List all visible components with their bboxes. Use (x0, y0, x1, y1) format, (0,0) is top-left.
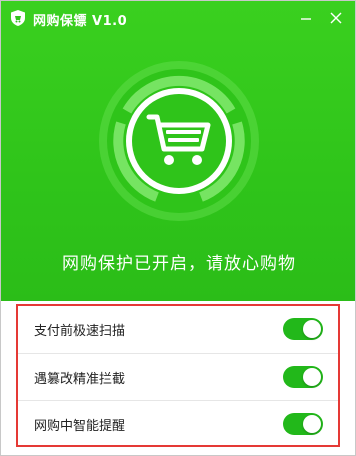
tamper-block-toggle[interactable] (283, 366, 323, 388)
minimize-button[interactable] (293, 5, 319, 31)
toggle-knob (303, 320, 321, 338)
protection-options-panel: 支付前极速扫描 遇篡改精准拦截 网购中智能提醒 (16, 304, 340, 447)
option-row-smart-reminder: 网购中智能提醒 (18, 400, 338, 447)
smart-reminder-toggle[interactable] (283, 413, 323, 435)
title-bar: 网购保镖 V1.0 (1, 1, 355, 35)
close-button[interactable] (323, 5, 349, 31)
app-window: 网购保镖 V1.0 网购保护已开启，请放心购物 支付前极速扫描 遇篡改精准拦截 … (0, 0, 356, 456)
toggle-knob (303, 415, 321, 433)
option-label: 网购中智能提醒 (34, 419, 126, 434)
app-title: 网购保镖 V1.0 (33, 14, 128, 29)
payment-scan-toggle[interactable] (283, 318, 323, 340)
toggle-knob (303, 368, 321, 386)
minimize-icon (301, 18, 311, 20)
close-icon (330, 12, 342, 24)
header-panel: 网购保镖 V1.0 网购保护已开启，请放心购物 (1, 1, 355, 301)
option-label: 遇篡改精准拦截 (34, 372, 126, 387)
option-row-tamper-block: 遇篡改精准拦截 (18, 353, 338, 400)
shield-icon (11, 10, 25, 26)
option-row-payment-scan: 支付前极速扫描 (18, 306, 338, 352)
protection-status-graphic (99, 61, 259, 221)
option-label: 支付前极速扫描 (34, 324, 126, 339)
protection-status-text: 网购保护已开启，请放心购物 (62, 254, 296, 274)
